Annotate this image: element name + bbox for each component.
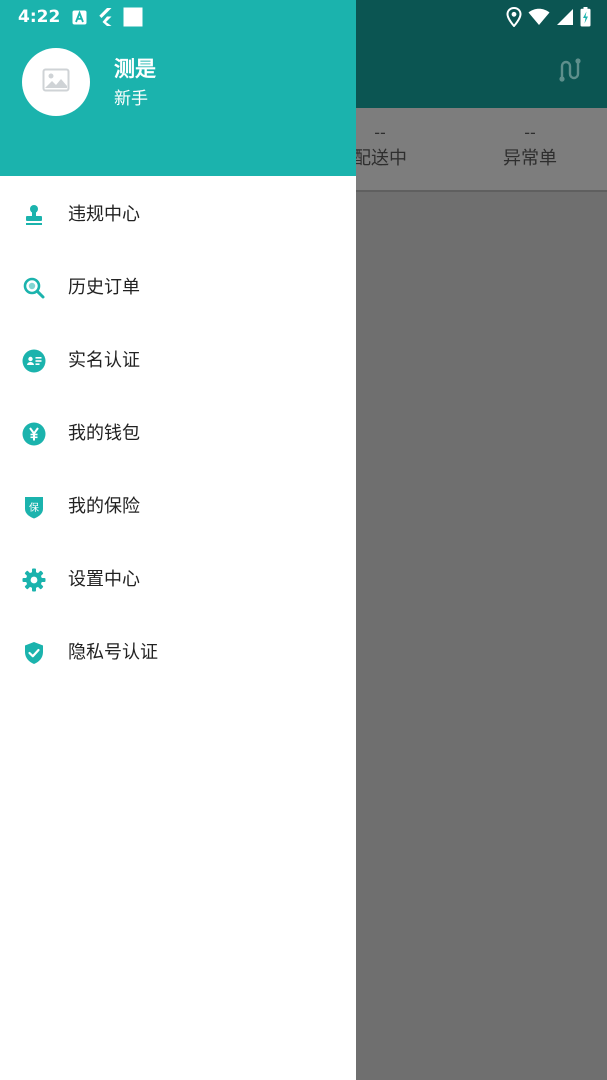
navigation-drawer: 测是 新手 违规中心 历史订单 实名认证 我的钱包 保 我的保险 设置中心 隐私… — [0, 0, 356, 1080]
gear-icon — [21, 567, 47, 593]
yen-icon — [21, 421, 47, 447]
battery-icon — [580, 7, 591, 31]
shield-check-icon — [21, 640, 47, 666]
insurance-badge-text: 保 — [29, 501, 39, 514]
location-icon — [506, 6, 522, 31]
signal-icon — [556, 8, 574, 30]
user-level: 新手 — [114, 89, 148, 109]
menu-item-settings-center[interactable]: 设置中心 — [0, 543, 356, 616]
screen: -- 配送中 -- 异常单 测是 新手 违规中心 历史订单 实名认证 我的钱包 … — [0, 0, 607, 1080]
user-name: 测是 — [114, 57, 156, 81]
menu-item-history-orders[interactable]: 历史订单 — [0, 251, 356, 324]
stat-abnormal-value: -- — [524, 123, 536, 142]
menu-item-violation-center[interactable]: 违规中心 — [0, 178, 356, 251]
square-icon — [123, 7, 143, 31]
menu-item-privacy-number-verification[interactable]: 隐私号认证 — [0, 616, 356, 689]
status-bar: 4:22 — [0, 0, 607, 34]
stamp-icon — [21, 202, 47, 228]
drawer-menu: 违规中心 历史订单 实名认证 我的钱包 保 我的保险 设置中心 隐私号认证 — [0, 178, 356, 689]
stat-abnormal: -- 异常单 — [480, 108, 580, 190]
menu-item-label: 我的保险 — [68, 495, 140, 517]
menu-item-label: 历史订单 — [68, 276, 140, 298]
menu-item-my-insurance[interactable]: 保 我的保险 — [0, 470, 356, 543]
menu-item-label: 我的钱包 — [68, 422, 140, 444]
status-time: 4:22 — [18, 7, 61, 27]
menu-item-label: 违规中心 — [68, 203, 140, 225]
status-notification-icons — [72, 7, 143, 31]
menu-item-label: 设置中心 — [68, 568, 140, 590]
insurance-shield-icon: 保 — [21, 494, 47, 520]
menu-item-label: 隐私号认证 — [68, 641, 158, 663]
status-system-icons — [506, 6, 591, 31]
id-card-icon — [21, 348, 47, 374]
image-placeholder-icon — [42, 68, 70, 96]
route-icon — [557, 56, 585, 84]
avatar[interactable] — [22, 48, 90, 116]
flutter-icon — [97, 8, 113, 30]
menu-item-label: 实名认证 — [68, 349, 140, 371]
stat-abnormal-label: 异常单 — [503, 148, 557, 169]
menu-item-real-name-verification[interactable]: 实名认证 — [0, 324, 356, 397]
search-icon — [21, 275, 47, 301]
app-a-icon — [72, 10, 87, 29]
wifi-icon — [528, 8, 550, 30]
menu-item-my-wallet[interactable]: 我的钱包 — [0, 397, 356, 470]
